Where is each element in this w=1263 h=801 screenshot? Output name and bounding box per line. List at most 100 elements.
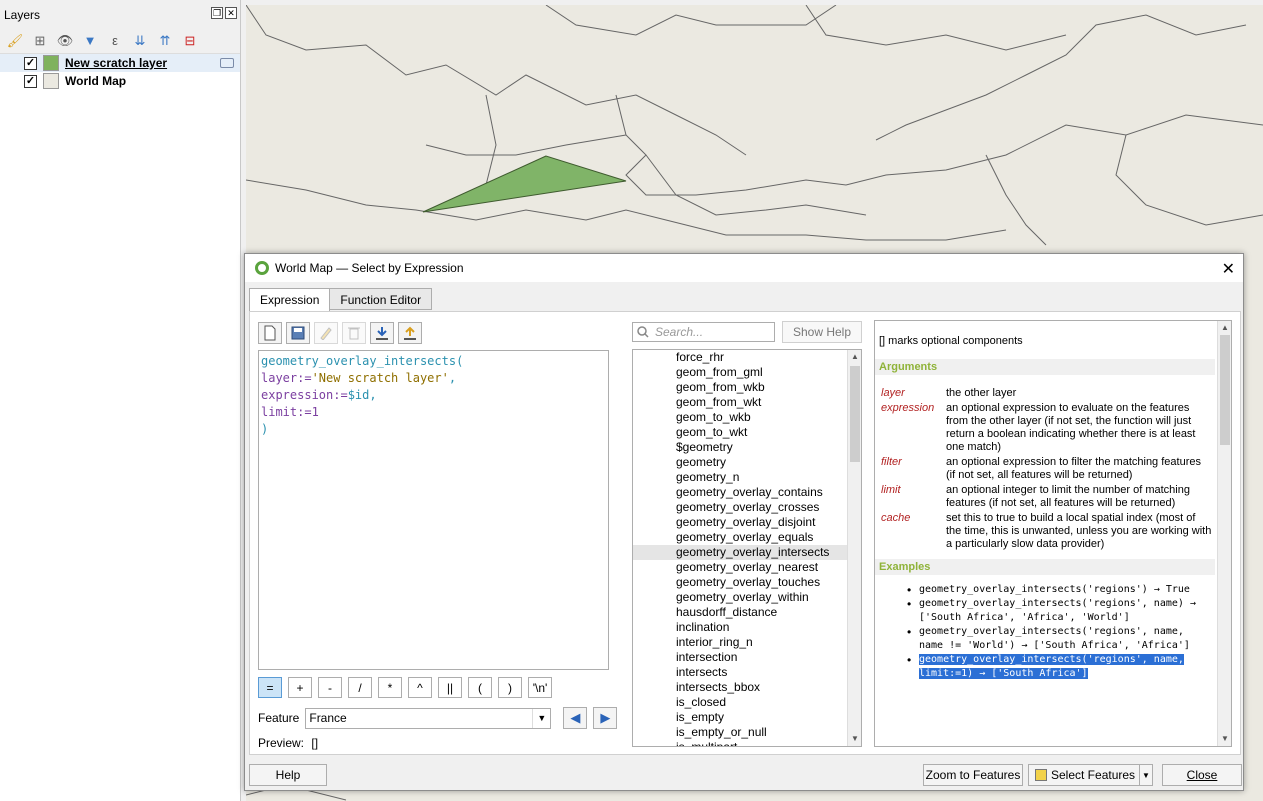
list-item[interactable]: geometry_overlay_nearest — [633, 560, 861, 575]
expr-token: layer:= — [261, 371, 312, 385]
layer-name: World Map — [65, 74, 127, 88]
collapse-all-icon[interactable]: ⇈ — [156, 32, 174, 50]
undock-icon[interactable]: ❐ — [211, 7, 223, 19]
tab-expression[interactable]: Expression — [249, 288, 331, 312]
examples-heading: Examples — [875, 559, 1215, 575]
list-item[interactable]: geometry_overlay_equals — [633, 530, 861, 545]
op-newline-button[interactable]: '\n' — [528, 677, 552, 698]
list-item[interactable]: geom_to_wkb — [633, 410, 861, 425]
op-open-paren-button[interactable]: ( — [468, 677, 492, 698]
list-item[interactable]: $geometry — [633, 440, 861, 455]
argument-desc: an optional expression to filter the mat… — [946, 456, 1201, 481]
argument-name: layer — [881, 387, 905, 399]
op-plus-button[interactable]: + — [288, 677, 312, 698]
visibility-eye-icon[interactable]: 👁 — [56, 32, 74, 50]
list-item[interactable]: geometry_overlay_disjoint — [633, 515, 861, 530]
list-item[interactable]: is_empty_or_null — [633, 725, 861, 740]
scroll-down-icon[interactable]: ▼ — [1218, 732, 1231, 746]
op-equals-button[interactable]: = — [258, 677, 282, 698]
scroll-thumb[interactable] — [850, 366, 860, 462]
previous-feature-icon[interactable]: ◀ — [563, 707, 588, 729]
function-list-scrollbar[interactable]: ▲ ▼ — [847, 350, 861, 746]
list-item[interactable]: inclination — [633, 620, 861, 635]
tab-function-editor[interactable]: Function Editor — [329, 288, 433, 310]
close-icon[interactable]: ✕ — [1222, 259, 1235, 279]
select-features-dropdown-icon[interactable]: ▼ — [1139, 764, 1153, 786]
close-button[interactable]: Close — [1162, 764, 1242, 786]
list-item[interactable]: geom_from_wkt — [633, 395, 861, 410]
zoom-to-features-button[interactable]: Zoom to Features — [923, 764, 1023, 786]
expand-all-icon[interactable]: ⇊ — [131, 32, 149, 50]
op-close-paren-button[interactable]: ) — [498, 677, 522, 698]
list-item-selected[interactable]: geometry_overlay_intersects — [633, 545, 861, 560]
close-icon[interactable]: ✕ — [225, 7, 237, 19]
select-features-label: Select Features — [1051, 768, 1136, 782]
layer-visibility-checkbox[interactable]: ✓ — [24, 56, 37, 70]
preview-row: Preview: [] — [258, 736, 318, 750]
next-feature-icon[interactable]: ▶ — [593, 707, 618, 729]
list-item[interactable]: intersects — [633, 665, 861, 680]
list-item[interactable]: geometry_n — [633, 470, 861, 485]
select-features-button[interactable]: Select Features — [1028, 764, 1140, 786]
expr-token: expression:= — [261, 388, 348, 402]
list-item[interactable]: geom_from_wkb — [633, 380, 861, 395]
op-power-button[interactable]: ^ — [408, 677, 432, 698]
import-icon[interactable] — [370, 322, 394, 344]
list-item[interactable]: intersection — [633, 650, 861, 665]
function-search-input[interactable]: Search... — [632, 322, 775, 342]
list-item[interactable]: geometry_overlay_contains — [633, 485, 861, 500]
layer-item-new-scratch-layer[interactable]: ✓ New scratch layer — [0, 54, 240, 72]
scratch-layer-triangle[interactable] — [422, 155, 627, 213]
list-item[interactable]: force_rhr — [633, 350, 861, 365]
list-item[interactable]: geometry_overlay_within — [633, 590, 861, 605]
expr-line: ) — [261, 422, 269, 436]
feature-row: Feature France ▼ ◀ ▶ — [258, 707, 618, 729]
layer-visibility-checkbox[interactable]: ✓ — [24, 74, 37, 88]
list-item[interactable]: is_empty — [633, 710, 861, 725]
list-item[interactable]: is_closed — [633, 695, 861, 710]
feature-select[interactable]: France ▼ — [305, 707, 552, 729]
expr-token: , — [448, 371, 457, 385]
expr-token: 'New scratch layer' — [311, 371, 449, 385]
help-button[interactable]: Help — [249, 764, 327, 786]
show-help-button[interactable]: Show Help — [782, 321, 862, 343]
list-item[interactable]: interior_ring_n — [633, 635, 861, 650]
list-item[interactable]: geom_to_wkt — [633, 425, 861, 440]
list-item[interactable]: geom_from_gml — [633, 365, 861, 380]
scroll-up-icon[interactable]: ▲ — [848, 350, 861, 364]
argument-row: limit an optional integer to limit the n… — [875, 484, 1213, 510]
op-minus-button[interactable]: - — [318, 677, 342, 698]
scroll-up-icon[interactable]: ▲ — [1218, 321, 1231, 335]
operator-buttons: = + - / * ^ || ( ) '\n' — [258, 677, 552, 698]
scroll-down-icon[interactable]: ▼ — [848, 732, 861, 746]
argument-name: filter — [881, 456, 902, 468]
layers-panel-header: Layers ❐ ✕ — [0, 0, 240, 28]
expression-editor[interactable]: geometry_overlay_intersects( layer:='New… — [258, 350, 609, 670]
list-item[interactable]: geometry — [633, 455, 861, 470]
remove-layer-icon[interactable]: ⊟ — [181, 32, 199, 50]
delete-icon[interactable] — [342, 322, 366, 344]
list-item[interactable]: is_multipart — [633, 740, 861, 746]
new-file-icon[interactable] — [258, 322, 282, 344]
list-item[interactable]: geometry_overlay_crosses — [633, 500, 861, 515]
list-item[interactable]: hausdorff_distance — [633, 605, 861, 620]
add-group-icon[interactable]: ⊞ — [31, 32, 49, 50]
layer-item-world-map[interactable]: ✓ World Map — [0, 72, 240, 90]
export-icon[interactable] — [398, 322, 422, 344]
editing-toggle-icon[interactable] — [220, 58, 234, 68]
op-multiply-button[interactable]: * — [378, 677, 402, 698]
example-item: geometry_overlay_intersects('regions', n… — [875, 625, 1213, 653]
op-divide-button[interactable]: / — [348, 677, 372, 698]
edit-icon[interactable] — [314, 322, 338, 344]
list-item[interactable]: geometry_overlay_touches — [633, 575, 861, 590]
list-item[interactable]: intersects_bbox — [633, 680, 861, 695]
style-brush-icon[interactable]: 🖌 — [6, 32, 24, 50]
save-icon[interactable] — [286, 322, 310, 344]
function-list[interactable]: force_rhr geom_from_gml geom_from_wkb ge… — [632, 349, 862, 747]
help-scrollbar[interactable]: ▲ ▼ — [1217, 321, 1231, 746]
op-concat-button[interactable]: || — [438, 677, 462, 698]
expression-filter-icon[interactable]: ε — [106, 32, 124, 50]
filter-icon[interactable]: ▼ — [81, 32, 99, 50]
scroll-thumb[interactable] — [1220, 335, 1230, 445]
layer-symbol-swatch — [43, 73, 59, 89]
